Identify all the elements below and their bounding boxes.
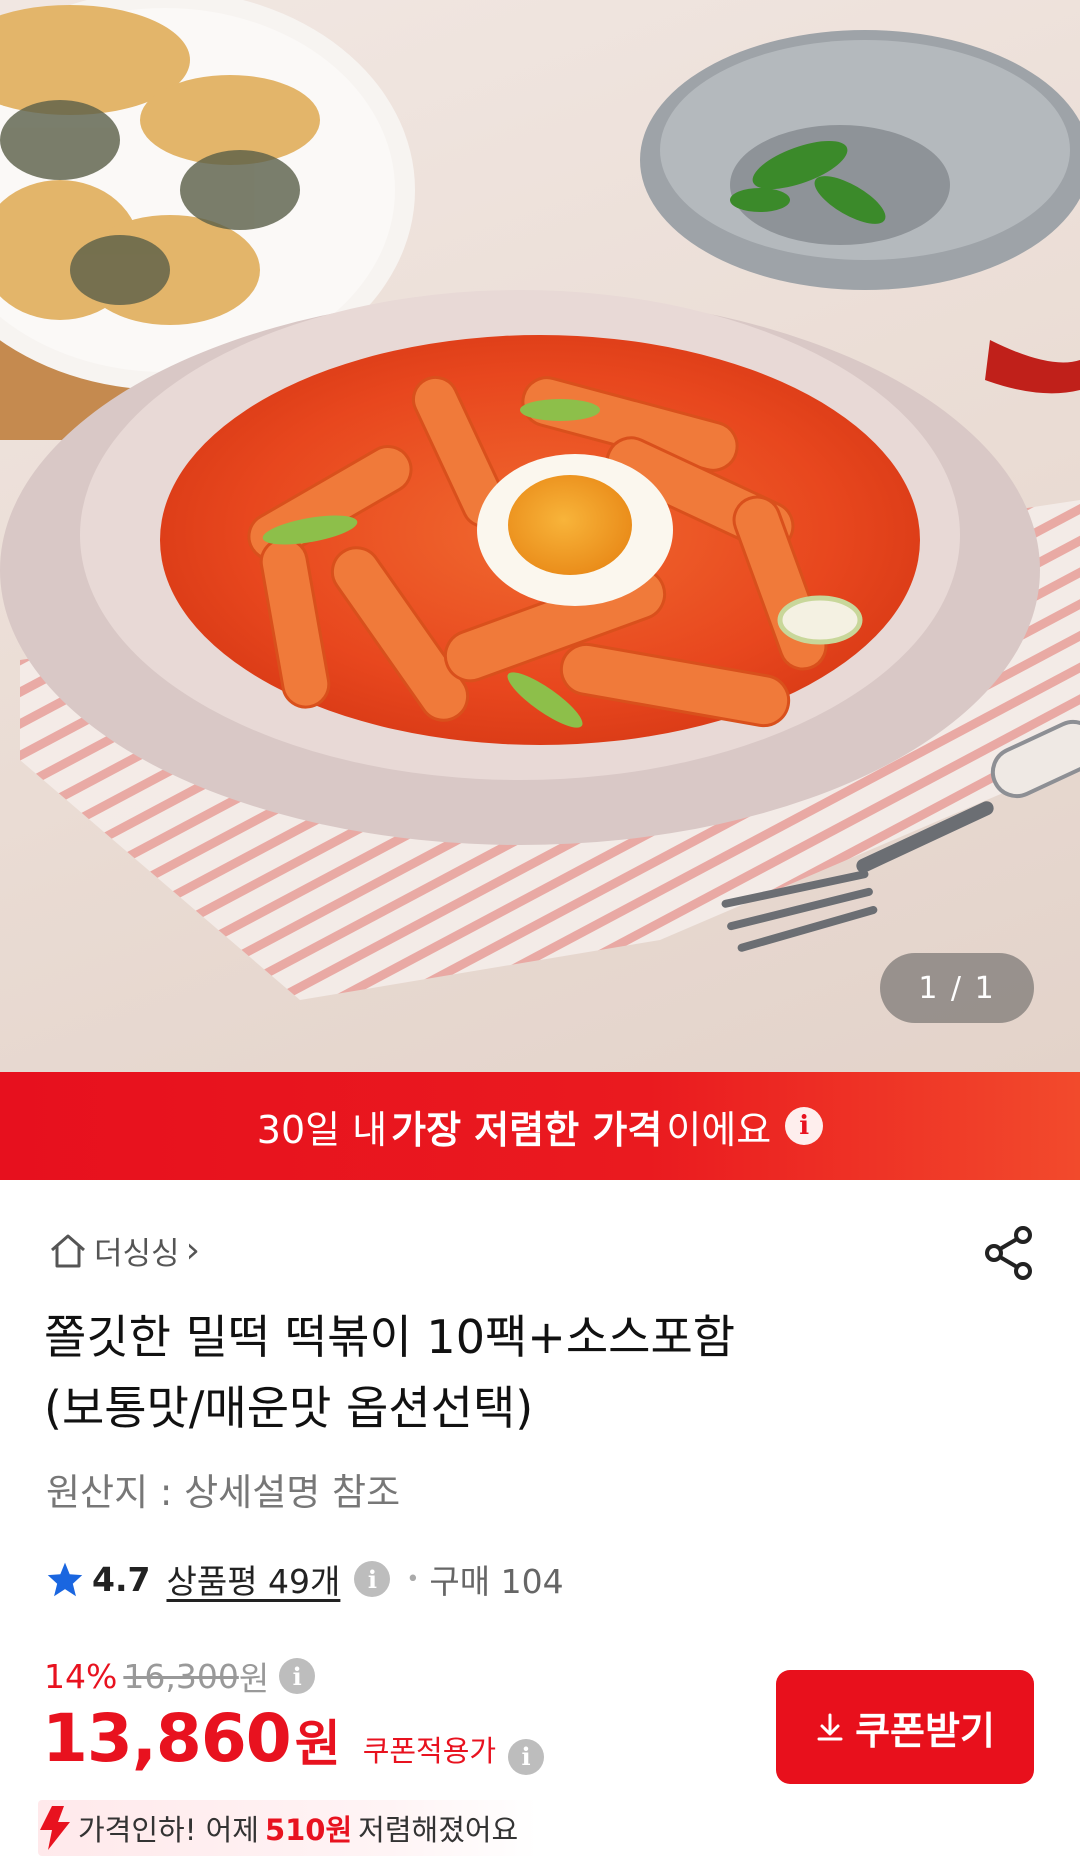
banner-suffix: 이에요	[666, 1107, 772, 1152]
rating-row: 4.7 상품평 49개 i • 구매 104	[46, 1555, 564, 1603]
review-count-link[interactable]: 상품평 49개	[166, 1555, 340, 1603]
rating-score: 4.7	[92, 1559, 151, 1599]
discount-rate: 14%	[44, 1656, 118, 1696]
info-icon[interactable]: i	[785, 1107, 824, 1145]
purchase-count: 구매 104	[429, 1562, 564, 1601]
product-title-line1: 쫄깃한 밀떡 떡볶이 10팩+소스포함	[44, 1310, 736, 1364]
sale-price-row: 13,860 원 쿠폰적용가 i	[42, 1700, 545, 1777]
original-price-unit: 원	[238, 1659, 270, 1698]
price-drop-amount: 510원	[264, 1813, 353, 1847]
original-price: 16,300	[123, 1656, 239, 1696]
home-icon	[51, 1234, 85, 1267]
price-drop-notice: 가격인하! 어제 510원 저렴해졌어요	[38, 1800, 539, 1856]
tteokbokki-photo	[0, 0, 1080, 1000]
banner-prefix: 30일 내	[256, 1107, 388, 1152]
star-icon	[47, 1562, 83, 1597]
coupon-price-label: 쿠폰적용가	[362, 1734, 497, 1768]
product-image[interactable]: 1 / 1	[0, 0, 1080, 1072]
sale-price: 13,860	[42, 1700, 292, 1777]
info-icon[interactable]: i	[354, 1561, 391, 1597]
store-name: 더싱싱	[94, 1236, 180, 1272]
get-coupon-label: 쿠폰받기	[855, 1710, 995, 1753]
chevron-right-icon: ›	[185, 1230, 200, 1271]
product-title-line2: (보통맛/매운맛 옵션선택)	[44, 1381, 534, 1435]
store-link[interactable]: 더싱싱 ›	[48, 1228, 200, 1273]
image-page-indicator: 1 / 1	[880, 953, 1034, 1023]
lowest-price-banner[interactable]: 30일 내 가장 저렴한 가격 이에요 i	[0, 1072, 1080, 1180]
separator-dot: •	[406, 1566, 420, 1592]
origin-text: 원산지 : 상세설명 참조	[46, 1471, 401, 1514]
info-icon[interactable]: i	[279, 1658, 316, 1694]
banner-highlight: 가장 저렴한 가격	[391, 1107, 663, 1152]
price-drop-suffix: 저렴해졌어요	[358, 1813, 519, 1847]
share-icon	[985, 1226, 1032, 1280]
share-button[interactable]	[980, 1224, 1038, 1282]
price-down-arrow-icon	[40, 1806, 70, 1850]
info-icon[interactable]: i	[508, 1738, 545, 1775]
price-drop-prefix: 가격인하! 어제	[78, 1813, 259, 1847]
sale-price-unit: 원	[294, 1715, 341, 1773]
product-title: 쫄깃한 밀떡 떡볶이 10팩+소스포함 (보통맛/매운맛 옵션선택)	[44, 1302, 1004, 1444]
discount-row: 14% 16,300 원 i	[44, 1652, 316, 1700]
download-icon	[817, 1713, 843, 1741]
get-coupon-button[interactable]: 쿠폰받기	[776, 1670, 1034, 1784]
